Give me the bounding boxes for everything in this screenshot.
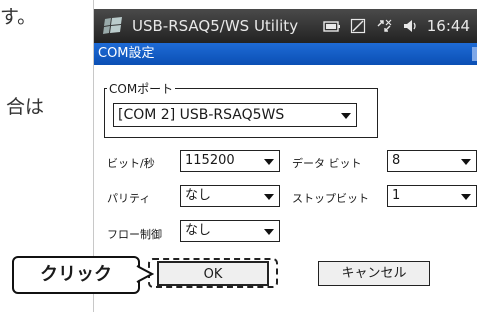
com-port-value: [COM 2] USB-RSAQ5WS (118, 107, 285, 123)
data-bits-select[interactable]: 8 (387, 150, 477, 172)
clock: 16:44 (426, 17, 470, 35)
background-text-line2: 合は (6, 96, 45, 118)
chevron-down-icon (264, 194, 274, 200)
baud-rate-value: 115200 (185, 153, 235, 168)
app-title: USB-RSAQ5/WS Utility (132, 17, 299, 35)
connectivity-icon[interactable] (375, 18, 393, 34)
data-bits-value: 8 (392, 153, 401, 168)
ok-button[interactable]: OK (157, 261, 269, 286)
signal-off-icon[interactable] (350, 18, 366, 34)
chevron-down-icon (264, 159, 274, 165)
parity-label: パリティ (107, 192, 151, 205)
chevron-down-icon (264, 229, 274, 235)
flow-control-value: なし (185, 223, 212, 238)
baud-rate-select[interactable]: 115200 (180, 150, 280, 172)
window-title-bar: COM設定 (94, 43, 477, 65)
speaker-icon[interactable] (402, 18, 418, 34)
stop-bits-select[interactable]: 1 (387, 185, 477, 207)
cancel-button[interactable]: キャンセル (318, 261, 430, 286)
flow-control-select[interactable]: なし (180, 220, 280, 242)
title-bar-edge (472, 47, 477, 61)
click-callout: クリック (12, 256, 140, 294)
chevron-down-icon (461, 159, 471, 165)
flow-label: フロー制御 (107, 228, 162, 241)
chevron-down-icon (341, 113, 351, 119)
stopbits-label: ストップビット (292, 192, 369, 205)
parity-select[interactable]: なし (180, 185, 280, 207)
databits-label: データ ビット (292, 157, 362, 170)
callout-pointer (136, 265, 154, 283)
parity-value: なし (185, 188, 212, 203)
chevron-down-icon (461, 194, 471, 200)
background-text-line1: す。 (0, 6, 37, 28)
com-port-select[interactable]: [COM 2] USB-RSAQ5WS (113, 103, 357, 127)
stop-bits-value: 1 (392, 188, 401, 203)
com-port-group-label: COMポート (109, 82, 174, 96)
baud-label: ビット/秒 (107, 157, 155, 170)
status-bar: USB-RSAQ5/WS Utility 16:44 (94, 9, 477, 43)
windows-logo-icon[interactable] (102, 17, 124, 35)
battery-icon[interactable] (323, 20, 341, 33)
status-icons: 16:44 (323, 17, 477, 35)
window-title: COM設定 (98, 46, 155, 61)
